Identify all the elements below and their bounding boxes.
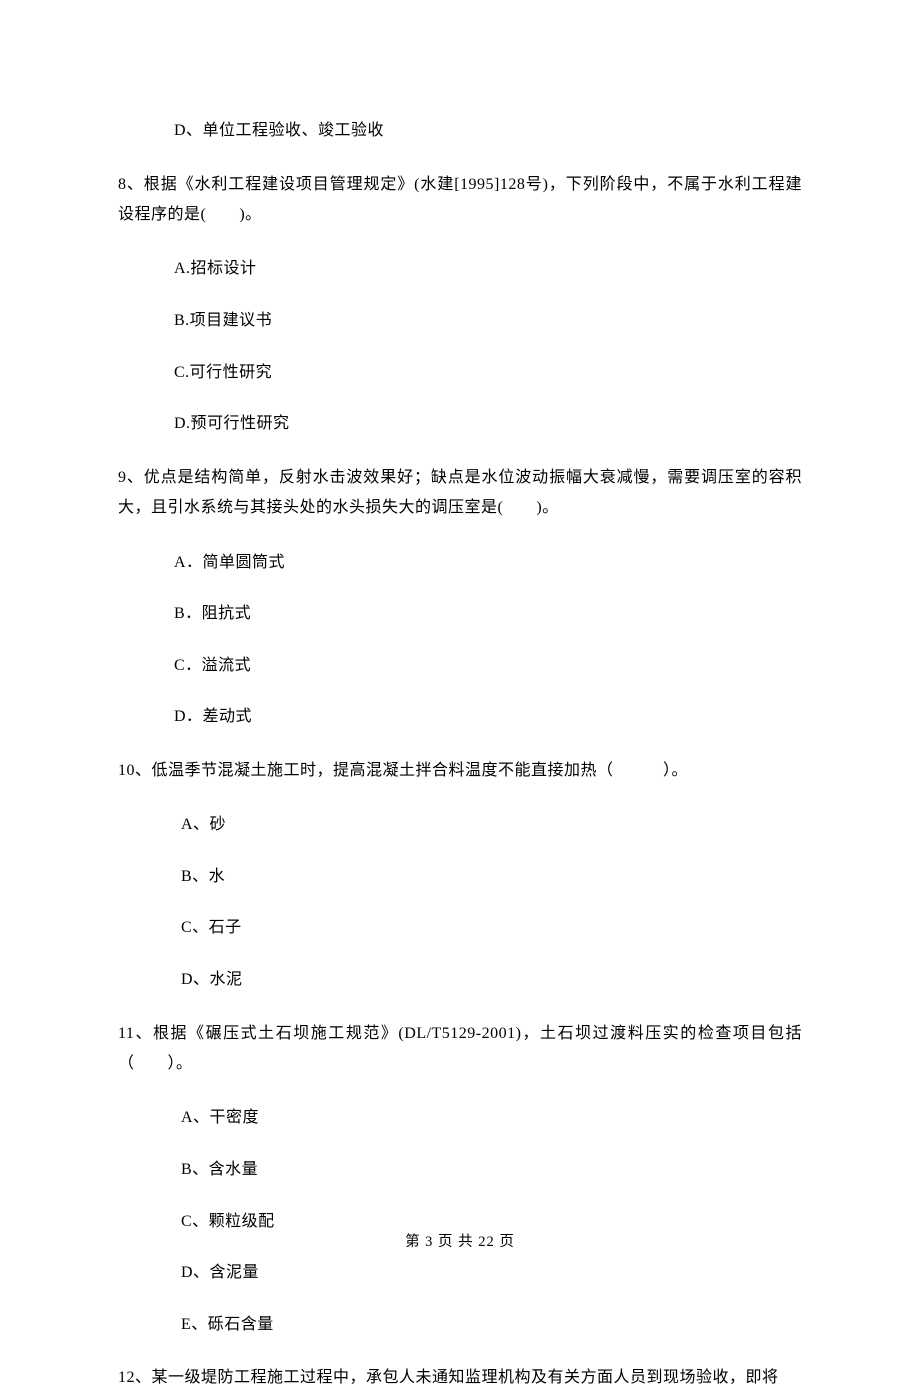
- q8-option-a: A.招标设计: [174, 256, 802, 282]
- page-footer: 第 3 页 共 22 页: [0, 1231, 920, 1254]
- q8-option-b: B.项目建议书: [174, 308, 802, 334]
- q11-text: 11、根据《碾压式土石坝施工规范》(DL/T5129-2001)，土石坝过渡料压…: [118, 1019, 802, 1080]
- q9-option-a: A．简单圆筒式: [174, 550, 802, 576]
- q12-text: 12、某一级堤防工程施工过程中，承包人未通知监理机构及有关方面人员到现场验收，即…: [118, 1363, 802, 1393]
- q9-option-b: B．阻抗式: [174, 601, 802, 627]
- q8-option-c: C.可行性研究: [174, 360, 802, 386]
- q10-option-a: A、砂: [181, 812, 802, 838]
- q10-text: 10、低温季节混凝土施工时，提高混凝土拌合料温度不能直接加热（ ）。: [118, 756, 802, 786]
- q10-option-c: C、石子: [181, 915, 802, 941]
- q11-option-b: B、含水量: [181, 1157, 802, 1183]
- q9-text: 9、优点是结构简单，反射水击波效果好；缺点是水位波动振幅大衰减慢，需要调压室的容…: [118, 463, 802, 524]
- q10-option-d: D、水泥: [181, 967, 802, 993]
- q7-option-d: D、单位工程验收、竣工验收: [174, 118, 802, 144]
- q8-text: 8、根据《水利工程建设项目管理规定》(水建[1995]128号)，下列阶段中，不…: [118, 170, 802, 231]
- q10-option-b: B、水: [181, 864, 802, 890]
- q9-option-c: C．溢流式: [174, 653, 802, 679]
- q11-option-a: A、干密度: [181, 1105, 802, 1131]
- q8-option-d: D.预可行性研究: [174, 411, 802, 437]
- q11-option-e: E、砾石含量: [181, 1312, 802, 1338]
- q9-option-d: D．差动式: [174, 704, 802, 730]
- q11-option-d: D、含泥量: [181, 1260, 802, 1286]
